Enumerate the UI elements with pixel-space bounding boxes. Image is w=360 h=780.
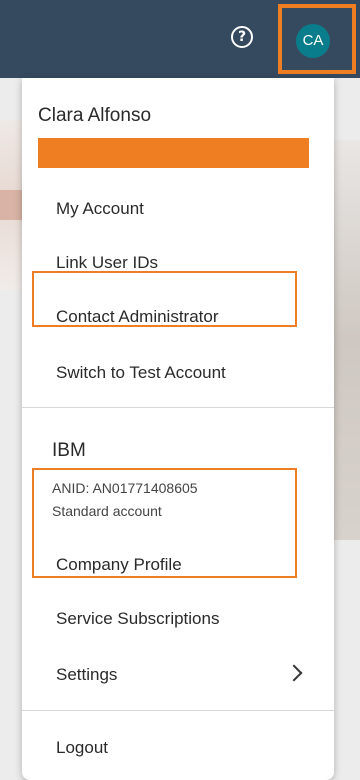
avatar-highlight-box [278,4,356,74]
background-page-content-right [330,140,360,540]
logout-button[interactable]: Logout [56,738,108,758]
menu-item-my-account[interactable]: My Account [56,199,144,219]
highlight-box-contact-administrator [32,271,297,327]
highlight-box-company-info [32,468,297,578]
user-menu-dropdown: Clara Alfonso My Account Link User IDs C… [22,78,334,780]
redacted-email-bar [38,138,309,168]
menu-item-settings[interactable]: Settings [56,665,117,685]
help-icon[interactable]: ? [231,26,253,48]
menu-divider [22,407,334,408]
chevron-right-icon [285,664,303,682]
menu-item-switch-test-account[interactable]: Switch to Test Account [56,363,226,383]
menu-divider [22,710,334,711]
background-page-accent [0,190,22,220]
menu-item-service-subscriptions[interactable]: Service Subscriptions [56,609,219,629]
user-name: Clara Alfonso [38,105,152,126]
company-name: IBM [52,440,86,461]
menu-item-link-user-ids[interactable]: Link User IDs [56,253,158,273]
